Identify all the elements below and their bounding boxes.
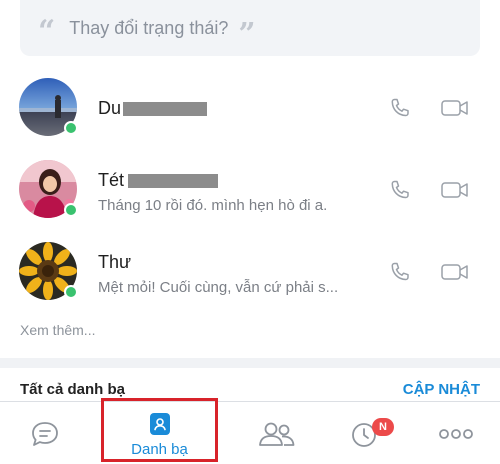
contact-name: Thư — [98, 252, 132, 272]
phone-icon[interactable] — [388, 260, 412, 284]
nav-messages[interactable] — [0, 402, 100, 464]
redacted-name-block — [128, 174, 219, 189]
avatar[interactable] — [19, 242, 78, 300]
phone-icon[interactable] — [388, 178, 412, 202]
online-status-dot — [64, 203, 78, 217]
contact-name: Tét — [98, 170, 219, 191]
nav-groups[interactable] — [245, 402, 315, 464]
section-title: Tất cả danh bạ — [20, 381, 126, 398]
more-icon — [439, 429, 473, 439]
online-status-dot — [64, 121, 78, 135]
see-more-link[interactable]: Xem thêm... — [20, 322, 95, 338]
video-call-icon[interactable] — [440, 96, 470, 120]
status-placeholder: Thay đổi trạng thái? — [69, 17, 229, 38]
chat-bubble-icon — [32, 422, 58, 446]
video-call-icon[interactable] — [440, 260, 470, 284]
contact-name: Du — [98, 98, 208, 119]
update-button[interactable]: CẬP NHẬT — [403, 381, 480, 398]
nav-more[interactable] — [420, 402, 500, 464]
avatar[interactable] — [19, 78, 78, 136]
section-divider — [0, 358, 500, 368]
contact-row[interactable]: Du — [0, 78, 500, 158]
redacted-name-block — [123, 102, 208, 117]
group-icon — [259, 422, 295, 446]
last-message: Mệt mỏi! Cuối cùng, vẫn cứ phải s... — [98, 279, 339, 296]
last-message: Tháng 10 rồi đó. mình hẹn hò đi a. — [98, 197, 328, 214]
close-quote-icon: ” — [238, 17, 256, 52]
active-tab-highlight — [101, 398, 218, 462]
avatar[interactable] — [19, 160, 78, 218]
video-call-icon[interactable] — [440, 178, 470, 202]
phone-icon[interactable] — [388, 96, 412, 120]
online-status-dot — [64, 285, 78, 299]
contact-row[interactable]: Thư Mệt mỏi! Cuối cùng, vẫn cứ phải s... — [0, 242, 500, 322]
bottom-nav: Danh bạ — [0, 401, 500, 464]
status-composer[interactable]: “ Thay đổi trạng thái? ” — [20, 0, 480, 56]
contact-row[interactable]: Tét Tháng 10 rồi đó. mình hẹn hò đi a. — [0, 160, 500, 240]
open-quote-icon: “ — [38, 14, 56, 49]
notification-badge: N — [372, 418, 394, 436]
